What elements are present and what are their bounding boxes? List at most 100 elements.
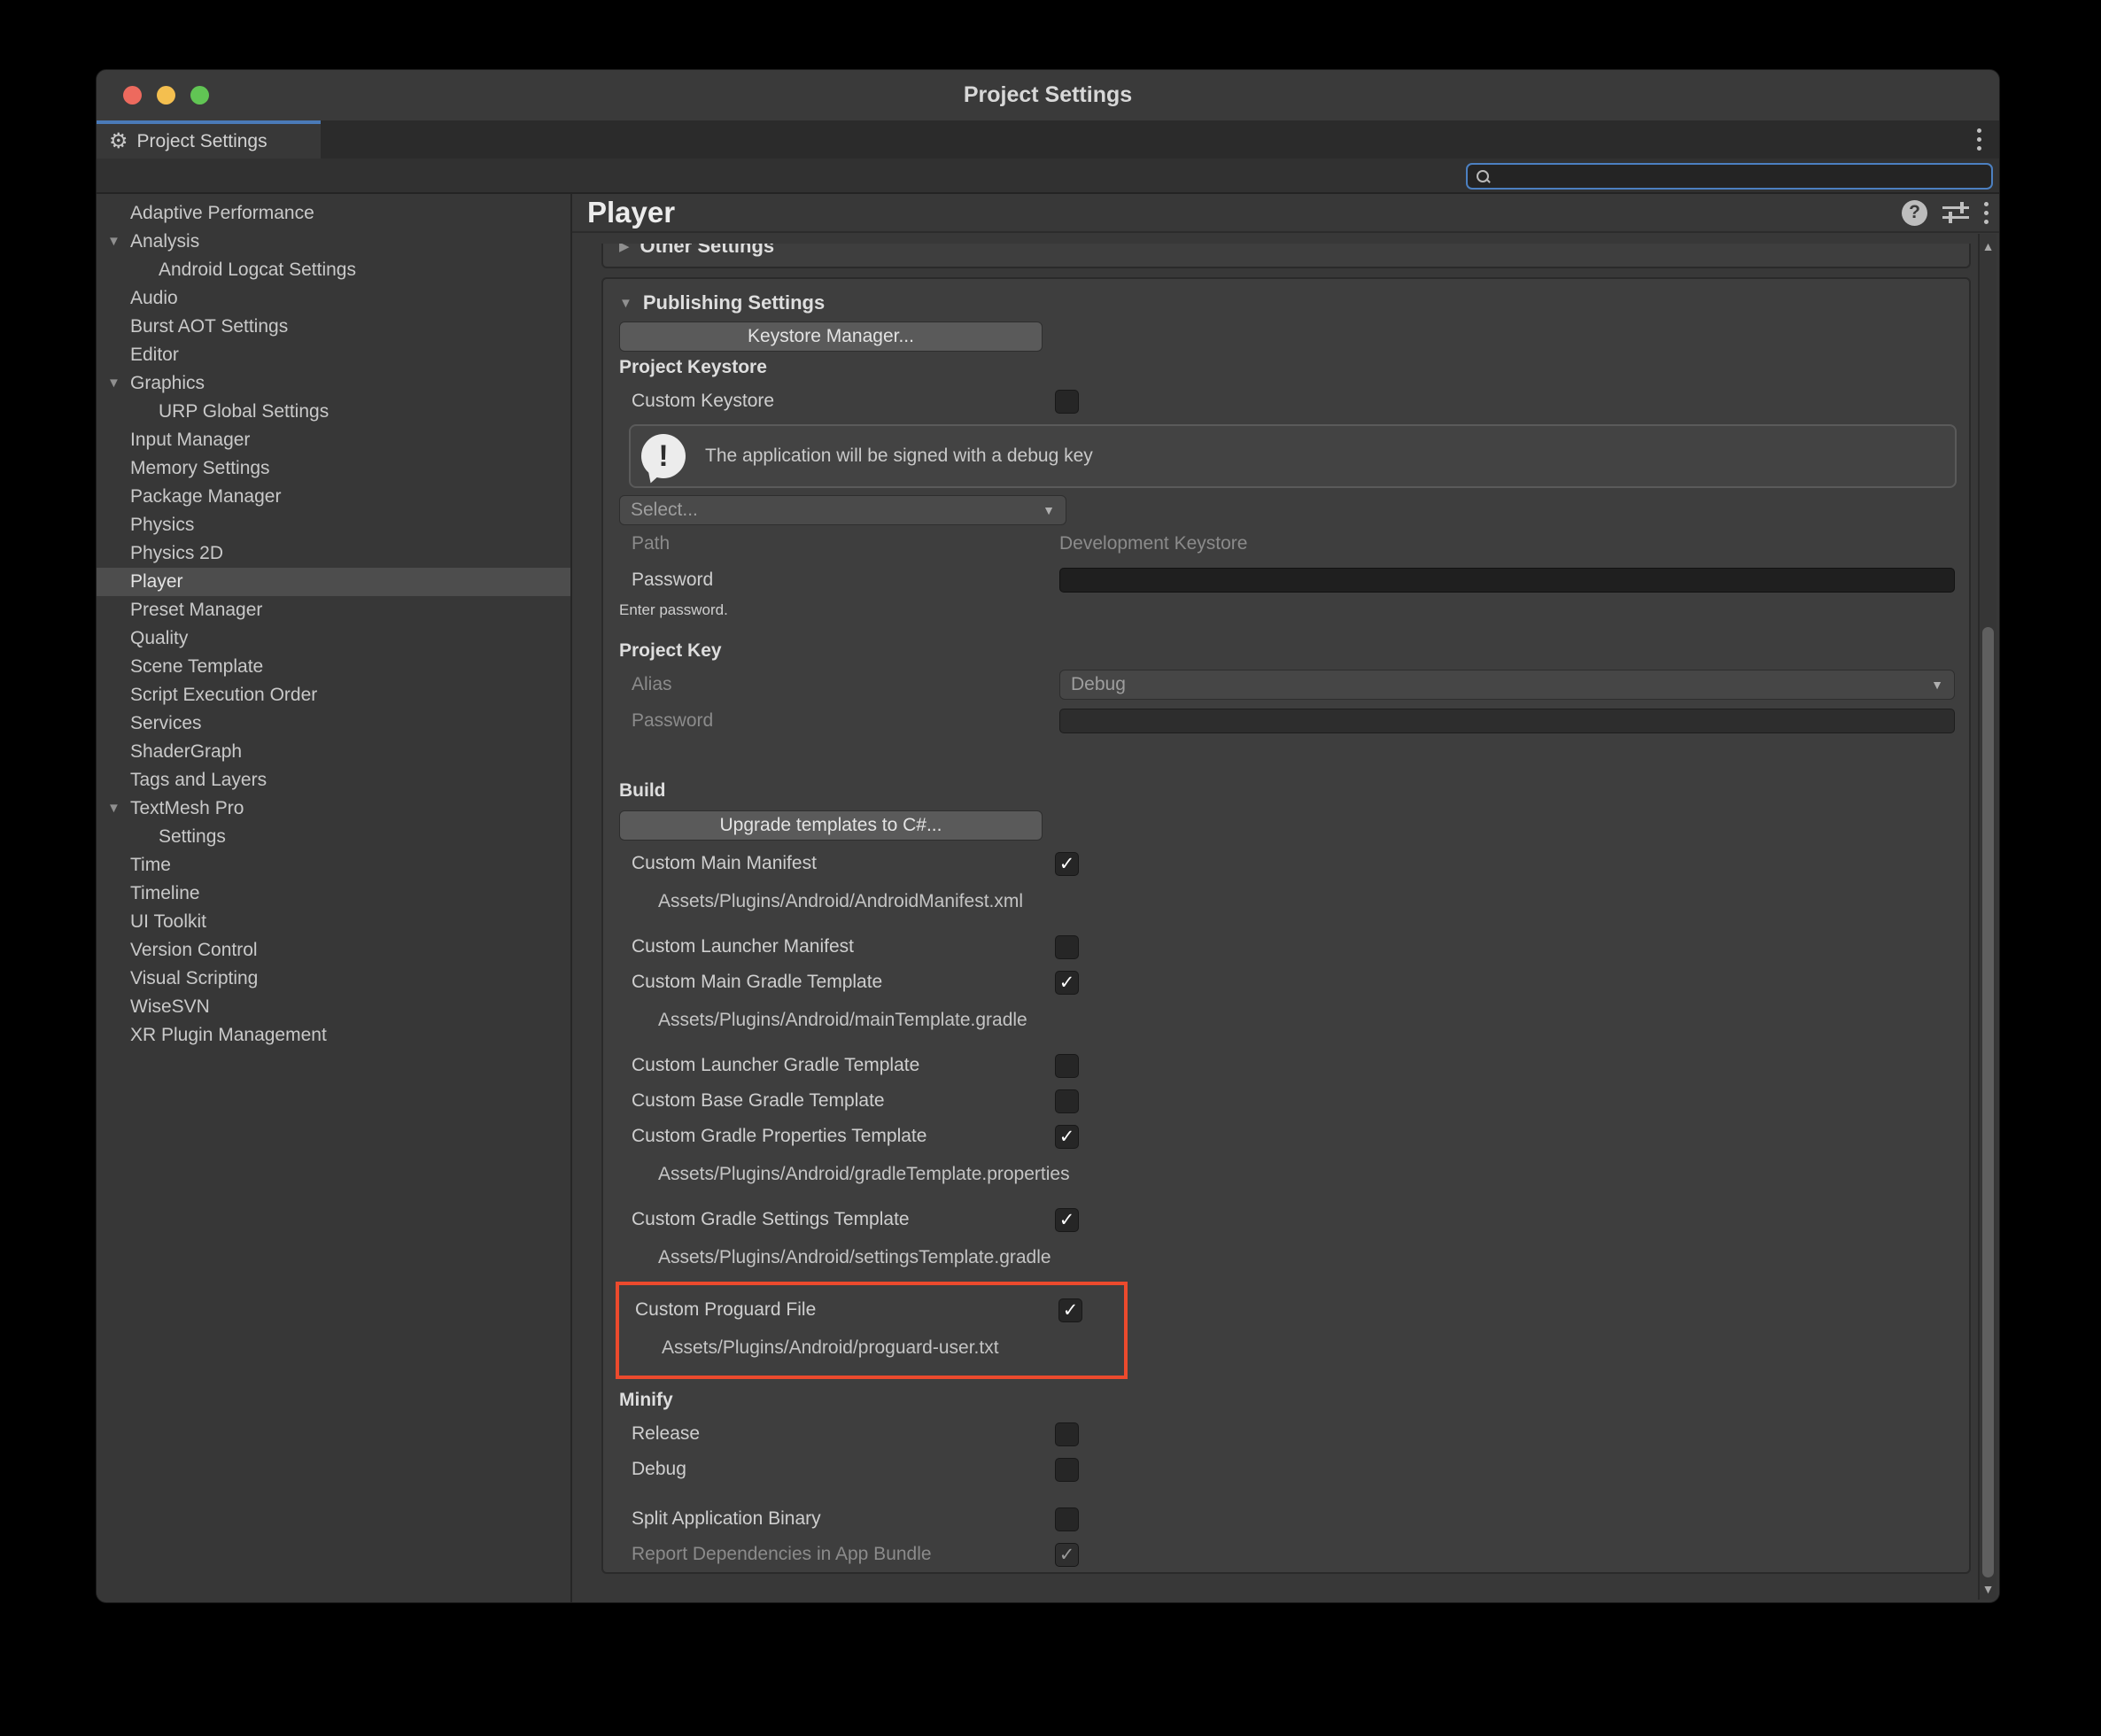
help-icon[interactable]: ? — [1902, 200, 1927, 226]
sidebar-item-timeline[interactable]: Timeline — [97, 880, 570, 908]
sidebar-item-time[interactable]: Time — [97, 851, 570, 880]
sidebar-item-services[interactable]: Services — [97, 709, 570, 738]
minify-header: Minify — [603, 1384, 1969, 1416]
other-settings-section: ▶ Other Settings — [601, 244, 1971, 268]
alias-dropdown[interactable]: Debug ▼ — [1059, 670, 1955, 700]
key-password-label: Password — [632, 710, 1059, 732]
sidebar-item-physics-2d[interactable]: Physics 2D — [97, 539, 570, 568]
setting-row: Custom Launcher Gradle Template — [603, 1048, 1969, 1083]
keystore-select-value: Select... — [631, 500, 698, 521]
sidebar-item-burst-aot-settings[interactable]: Burst AOT Settings — [97, 313, 570, 341]
setting-row: Custom Gradle Settings Template — [603, 1202, 1969, 1237]
path-label: Path — [632, 533, 1059, 554]
kebab-menu-icon[interactable] — [1977, 120, 1981, 159]
keystore-password-row: Password — [603, 562, 1969, 598]
player-header: Player ? — [572, 194, 1999, 233]
setting-row: Custom Gradle Properties Template — [603, 1119, 1969, 1154]
sidebar-item-tags-and-layers[interactable]: Tags and Layers — [97, 766, 570, 794]
password-hint: Enter password. — [603, 598, 1969, 623]
expand-triangle-icon[interactable]: ▼ — [107, 369, 120, 398]
sidebar-item-android-logcat-settings[interactable]: Android Logcat Settings — [97, 256, 570, 284]
custom-gradle-properties-checkbox[interactable] — [1055, 1125, 1079, 1149]
expanded-triangle-icon: ▼ — [619, 296, 632, 311]
expand-triangle-icon[interactable]: ▼ — [107, 794, 120, 823]
search-input[interactable] — [1496, 167, 1974, 186]
tab-bar: ⚙ Project Settings — [97, 120, 1999, 159]
presets-icon[interactable] — [1942, 201, 1969, 224]
path-text: Assets/Plugins/Android/mainTemplate.grad… — [603, 1000, 1969, 1041]
sidebar-item-adaptive-performance[interactable]: Adaptive Performance — [97, 199, 570, 228]
custom-launcher-gradle-checkbox[interactable] — [1055, 1054, 1079, 1078]
sidebar-item-textmesh-pro[interactable]: ▼TextMesh Pro — [97, 794, 570, 823]
sidebar-item-visual-scripting[interactable]: Visual Scripting — [97, 965, 570, 993]
sidebar-item-scene-template[interactable]: Scene Template — [97, 653, 570, 681]
sidebar-item-urp-global-settings[interactable]: URP Global Settings — [97, 398, 570, 426]
publishing-settings-section: ▼ Publishing Settings Keystore Manager..… — [601, 277, 1971, 1574]
sidebar-item-script-execution-order[interactable]: Script Execution Order — [97, 681, 570, 709]
path-text: Assets/Plugins/Android/proguard-user.txt — [619, 1328, 1124, 1368]
search-field[interactable] — [1466, 163, 1993, 190]
alias-value: Debug — [1071, 674, 1126, 695]
vertical-scrollbar[interactable]: ▲ ▼ — [1978, 234, 1996, 1600]
keystore-select-dropdown[interactable]: Select... ▼ — [619, 495, 1066, 525]
sidebar-item-tmp-settings[interactable]: Settings — [97, 823, 570, 851]
sidebar-item-analysis[interactable]: ▼Analysis — [97, 228, 570, 256]
setting-row: Custom Main Gradle Template — [603, 965, 1969, 1000]
sidebar-item-version-control[interactable]: Version Control — [97, 936, 570, 965]
page-title: Player — [587, 196, 675, 229]
tab-project-settings[interactable]: ⚙ Project Settings — [97, 120, 321, 159]
tab-label: Project Settings — [137, 131, 267, 152]
minify-debug-checkbox[interactable] — [1055, 1458, 1079, 1482]
scroll-up-icon[interactable]: ▲ — [1980, 239, 1996, 253]
custom-proguard-checkbox[interactable] — [1058, 1298, 1082, 1322]
debug-key-warning: ! The application will be signed with a … — [629, 424, 1957, 488]
custom-main-gradle-checkbox[interactable] — [1055, 971, 1079, 995]
custom-launcher-manifest-checkbox[interactable] — [1055, 935, 1079, 959]
custom-keystore-checkbox[interactable] — [1055, 390, 1079, 414]
sidebar-item-physics[interactable]: Physics — [97, 511, 570, 539]
custom-keystore-row: Custom Keystore — [603, 384, 1969, 419]
sidebar-item-shadergraph[interactable]: ShaderGraph — [97, 738, 570, 766]
search-icon — [1475, 168, 1491, 184]
sidebar-item-package-manager[interactable]: Package Manager — [97, 483, 570, 511]
sidebar-item-ui-toolkit[interactable]: UI Toolkit — [97, 908, 570, 936]
sidebar-item-preset-manager[interactable]: Preset Manager — [97, 596, 570, 624]
path-text: Assets/Plugins/Android/settingsTemplate.… — [603, 1237, 1969, 1278]
custom-base-gradle-checkbox[interactable] — [1055, 1089, 1079, 1113]
sidebar-item-memory-settings[interactable]: Memory Settings — [97, 454, 570, 483]
setting-row: Custom Base Gradle Template — [603, 1083, 1969, 1119]
project-keystore-header: Project Keystore — [603, 352, 1969, 384]
alias-row: Alias Debug ▼ — [603, 667, 1969, 702]
project-settings-window: Project Settings ⚙ Project Settings Adap… — [96, 69, 2000, 1603]
collapsed-triangle-icon: ▶ — [619, 244, 630, 254]
setting-row: Custom Main Manifest — [603, 846, 1969, 881]
publishing-settings-foldout[interactable]: ▼ Publishing Settings — [603, 288, 1969, 318]
sidebar-item-editor[interactable]: Editor — [97, 341, 570, 369]
custom-gradle-settings-checkbox[interactable] — [1055, 1208, 1079, 1232]
sidebar-item-xr-plugin-management[interactable]: XR Plugin Management — [97, 1021, 570, 1050]
dropdown-arrow-icon: ▼ — [1931, 678, 1943, 692]
split-application-binary-checkbox[interactable] — [1055, 1507, 1079, 1531]
expand-triangle-icon[interactable]: ▼ — [107, 228, 120, 256]
scroll-down-icon[interactable]: ▼ — [1980, 1582, 1996, 1596]
keystore-password-input[interactable] — [1059, 568, 1955, 593]
upgrade-templates-button[interactable]: Upgrade templates to C#... — [619, 810, 1043, 841]
key-password-row: Password — [603, 702, 1969, 740]
sidebar-item-input-manager[interactable]: Input Manager — [97, 426, 570, 454]
scrollbar-thumb[interactable] — [1982, 627, 1994, 1577]
setting-row: Custom Launcher Manifest — [603, 929, 1969, 965]
sidebar-item-wisesvn[interactable]: WiseSVN — [97, 993, 570, 1021]
sidebar-item-player[interactable]: Player — [97, 568, 570, 596]
settings-scroll-area: ▶ Other Settings ▼ Publishing Settings K… — [572, 233, 1976, 1602]
search-row — [97, 159, 1999, 194]
sidebar-item-graphics[interactable]: ▼Graphics — [97, 369, 570, 398]
sidebar-item-audio[interactable]: Audio — [97, 284, 570, 313]
kebab-menu-icon[interactable] — [1984, 202, 1989, 224]
minify-release-checkbox[interactable] — [1055, 1422, 1079, 1446]
key-password-input[interactable] — [1059, 709, 1955, 733]
keystore-manager-button[interactable]: Keystore Manager... — [619, 322, 1043, 352]
sidebar-item-quality[interactable]: Quality — [97, 624, 570, 653]
custom-main-manifest-checkbox[interactable] — [1055, 852, 1079, 876]
window-title: Project Settings — [97, 70, 1999, 120]
other-settings-foldout[interactable]: ▶ Other Settings — [603, 244, 1969, 261]
